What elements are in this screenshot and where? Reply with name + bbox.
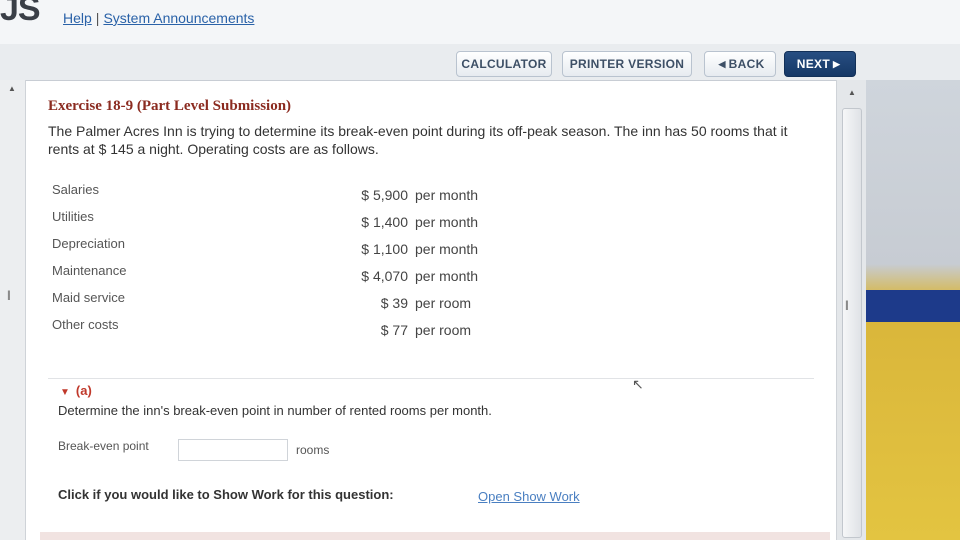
open-show-work-link[interactable]: Open Show Work [478,489,580,504]
cost-unit: per month [415,214,479,230]
right-triangle-icon: ▶ [832,58,841,69]
cost-label: Depreciation [52,236,125,251]
operating-costs-table: Salaries $ 5,900 per month Utilities $ 1… [52,180,492,342]
cost-label: Utilities [52,209,94,224]
cost-unit: per month [415,241,479,257]
cost-row: Utilities $ 1,400 per month [52,207,492,234]
cost-unit: per month [415,187,479,203]
scroll-grip-icon: ||| [7,290,11,301]
next-button[interactable]: NEXT ▶ [784,51,856,77]
right-scrollbar[interactable]: ▲ ||| [836,80,866,540]
toolbar: CALCULATOR PRINTER VERSION ◀ BACK NEXT ▶ [0,47,960,83]
next-label: NEXT [796,57,830,71]
bottom-strip [40,532,830,540]
cost-value: $ 77 [380,322,408,338]
problem-statement: The Palmer Acres Inn is trying to determ… [48,123,788,157]
help-links: Help | System Announcements [63,10,254,26]
cost-row: Depreciation $ 1,100 per month [52,234,492,261]
mouse-cursor-icon: ↖ [632,376,644,392]
left-triangle-icon: ◀ [718,58,726,69]
part-a-toggle[interactable]: ▼ (a) [60,383,92,398]
logo: JS [0,0,41,28]
exercise-content: Exercise 18-9 (Part Level Submission) Th… [40,88,830,540]
scroll-up-icon[interactable]: ▲ [848,88,856,97]
cost-row: Other costs $ 77 per room [52,315,492,342]
cost-label: Other costs [52,317,119,332]
cost-value: $ 1,100 [361,241,408,257]
show-work-prompt: Click if you would like to Show Work for… [58,487,394,502]
scroll-up-icon[interactable]: ▲ [8,84,16,93]
cost-value: $ 4,070 [361,268,408,284]
cost-row: Maid service $ 39 per room [52,288,492,315]
back-button[interactable]: ◀ BACK [704,51,776,77]
cost-label: Maintenance [52,263,127,278]
back-label: BACK [728,57,765,71]
part-a-label: (a) [75,383,92,398]
cost-label: Salaries [52,182,99,197]
help-link[interactable]: Help [63,10,92,26]
cost-row: Maintenance $ 4,070 per month [52,261,492,288]
break-even-unit: rooms [296,443,330,457]
calculator-button[interactable]: CALCULATOR [456,51,552,77]
cost-value: $ 1,400 [361,214,408,230]
top-header: JS Help | System Announcements [0,0,960,44]
triangle-down-icon: ▼ [60,387,70,398]
left-scrollbar[interactable]: ▲ ||| [0,80,26,540]
cost-label: Maid service [52,290,125,305]
break-even-row: Break-even point rooms [58,439,458,465]
scrollbar-thumb[interactable] [842,108,862,538]
calculator-label: CALCULATOR [461,57,547,71]
break-even-input[interactable] [178,439,288,461]
cost-value: $ 39 [380,295,408,311]
printer-version-label: PRINTER VERSION [569,57,685,71]
cost-row: Salaries $ 5,900 per month [52,180,492,207]
cost-unit: per month [415,268,479,284]
question-text: Determine the inn's break-even point in … [58,403,492,418]
link-separator: | [95,10,100,26]
background-band [866,290,960,322]
cost-value: $ 5,900 [361,187,408,203]
scroll-grip-icon: ||| [845,300,849,311]
system-announcements-link[interactable]: System Announcements [103,10,254,26]
exercise-title: Exercise 18-9 (Part Level Submission) [48,98,292,114]
cost-unit: per room [415,295,472,311]
part-a-section: ▼ (a) Determine the inn's break-even poin… [48,378,814,540]
printer-version-button[interactable]: PRINTER VERSION [562,51,692,77]
cost-unit: per room [415,322,472,338]
break-even-label: Break-even point [58,439,149,453]
